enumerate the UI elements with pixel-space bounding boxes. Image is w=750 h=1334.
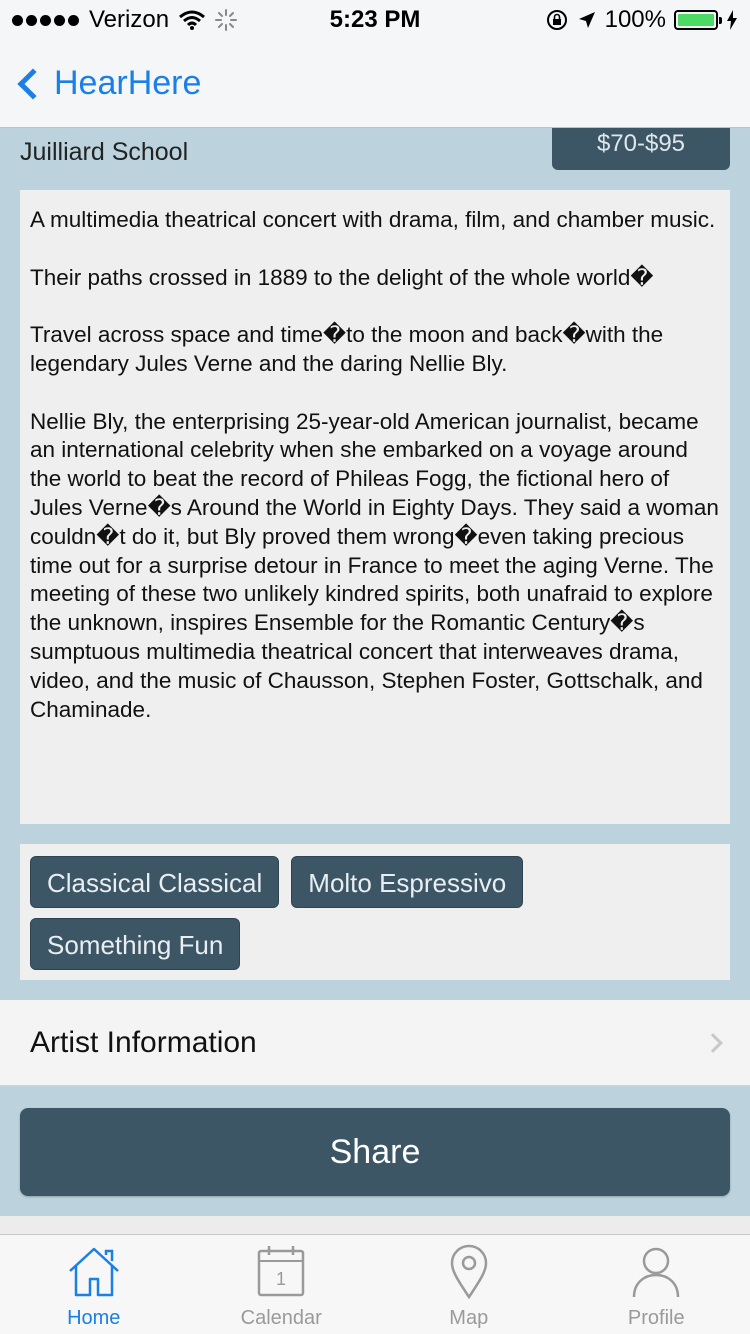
artist-information-row[interactable]: Artist Information xyxy=(0,1000,750,1086)
tag-molto-espressivo[interactable]: Molto Espressivo xyxy=(291,856,524,908)
chevron-left-icon xyxy=(17,67,49,100)
status-right: 100% xyxy=(545,6,738,34)
status-bar: Verizon 5:23 PM 100% xyxy=(0,0,750,40)
description-paragraph: Their paths crossed in 1889 to the delig… xyxy=(30,264,654,290)
chevron-right-icon xyxy=(703,1032,723,1053)
calendar-icon: 1 xyxy=(258,1246,305,1297)
charging-icon xyxy=(727,10,737,30)
artist-information-label: Artist Information xyxy=(30,1025,257,1059)
tab-profile-label: Profile xyxy=(627,1307,685,1329)
profile-icon xyxy=(633,1247,680,1298)
back-button-label: HearHere xyxy=(54,64,202,102)
location-arrow-icon xyxy=(578,12,595,28)
content-divider xyxy=(0,1216,750,1234)
status-left: Verizon xyxy=(12,6,238,34)
tab-map[interactable]: Map xyxy=(375,1235,563,1334)
event-detail-scroll[interactable]: Juilliard School $70-$95 A multimedia th… xyxy=(0,128,750,1234)
description-paragraph: Travel across space and time�to the moon… xyxy=(30,322,664,376)
rotation-lock-icon xyxy=(546,10,567,30)
map-pin-icon xyxy=(450,1244,488,1300)
tab-profile[interactable]: Profile xyxy=(563,1235,750,1334)
description-paragraph: A multimedia theatrical concert with dra… xyxy=(30,207,716,232)
home-icon xyxy=(68,1247,119,1297)
tab-calendar[interactable]: 1 Calendar xyxy=(188,1235,376,1334)
tab-calendar-label: Calendar xyxy=(240,1307,322,1329)
tab-bar: Home 1 Calendar Map Profile xyxy=(0,1234,750,1334)
tab-home-label: Home xyxy=(67,1307,121,1329)
navigation-bar: HearHere xyxy=(0,40,750,128)
description-box: A multimedia theatrical concert with dra… xyxy=(20,190,730,824)
share-button[interactable]: Share xyxy=(20,1108,730,1196)
back-button[interactable]: HearHere xyxy=(14,64,201,103)
calendar-icon-day: 1 xyxy=(276,1269,286,1289)
tab-map-label: Map xyxy=(449,1307,489,1329)
signal-icon xyxy=(12,14,79,26)
battery-icon xyxy=(674,10,722,30)
carrier-label: Verizon xyxy=(89,6,170,33)
venue-name: Juilliard School xyxy=(20,138,189,166)
battery-percent: 100% xyxy=(604,6,666,33)
tags-box: Classical Classical Molto Espressivo Som… xyxy=(20,844,730,980)
price-button[interactable]: $70-$95 xyxy=(552,128,730,170)
description-paragraph: Nellie Bly, the enterprising 25-year-old… xyxy=(30,408,719,722)
tag-something-fun[interactable]: Something Fun xyxy=(30,918,241,970)
tab-home[interactable]: Home xyxy=(0,1235,188,1334)
activity-spinner-icon xyxy=(215,9,238,31)
wifi-icon xyxy=(179,10,206,30)
tag-classical-classical[interactable]: Classical Classical xyxy=(30,856,280,908)
